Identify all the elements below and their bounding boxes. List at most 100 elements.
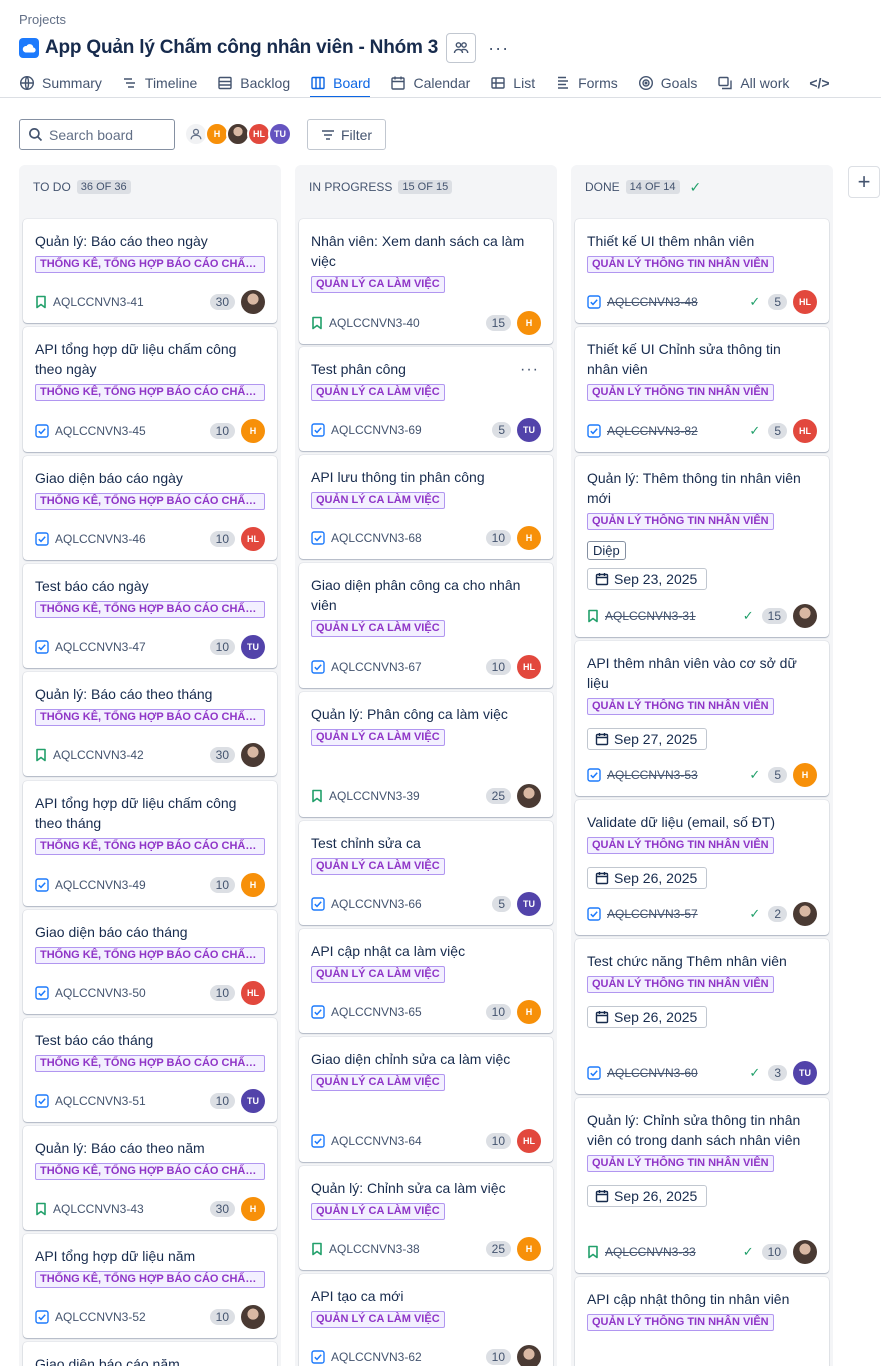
assignee-avatar[interactable] bbox=[793, 604, 817, 628]
assignee-avatar[interactable]: H bbox=[241, 873, 265, 897]
issue-key[interactable]: AQLCCNVN3-49 bbox=[55, 878, 210, 892]
assignee-avatar[interactable]: TU bbox=[517, 892, 541, 916]
issue-key[interactable]: AQLCCNVN3-41 bbox=[53, 295, 210, 309]
issue-card[interactable]: API tổng hợp dữ liệu năm THỐNG KÊ, TỔNG H… bbox=[23, 1234, 277, 1338]
issue-key[interactable]: AQLCCNVN3-69 bbox=[331, 423, 492, 437]
tab-board[interactable]: Board bbox=[310, 70, 371, 98]
issue-card[interactable]: Quản lý: Báo cáo theo năm THỐNG KÊ, TỔNG … bbox=[23, 1126, 277, 1230]
assignee-avatar[interactable]: H bbox=[517, 1237, 541, 1261]
issue-key[interactable]: AQLCCNVN3-46 bbox=[55, 532, 210, 546]
filter-button[interactable]: Filter bbox=[307, 119, 386, 150]
assignee-avatar[interactable]: H bbox=[517, 1000, 541, 1024]
assignee-avatar[interactable]: H bbox=[793, 763, 817, 787]
tab-backlog[interactable]: Backlog bbox=[217, 70, 290, 96]
tab-summary[interactable]: Summary bbox=[19, 70, 102, 96]
assignee-avatar[interactable] bbox=[241, 290, 265, 314]
issue-key[interactable]: AQLCCNVN3-65 bbox=[331, 1005, 486, 1019]
assignee-avatar[interactable]: HL bbox=[517, 1129, 541, 1153]
assignee-avatar[interactable]: H bbox=[517, 311, 541, 335]
code-icon[interactable]: </> bbox=[809, 70, 829, 96]
issue-card[interactable]: Thiết kế UI Chỉnh sửa thông tin nhân viê… bbox=[575, 327, 829, 452]
issue-key[interactable]: AQLCCNVN3-45 bbox=[55, 424, 210, 438]
issue-key[interactable]: AQLCCNVN3-39 bbox=[329, 789, 486, 803]
assignee-avatar[interactable] bbox=[793, 902, 817, 926]
issue-key[interactable]: AQLCCNVN3-43 bbox=[53, 1202, 210, 1216]
tab-all-work[interactable]: All work bbox=[717, 70, 789, 96]
issue-card[interactable]: Validate dữ liệu (email, số ĐT) QUẢN LÝ T… bbox=[575, 800, 829, 935]
issue-card[interactable]: Giao diện báo cáo năm bbox=[23, 1342, 277, 1366]
issue-card[interactable]: Test báo cáo tháng THỐNG KÊ, TỔNG HỢP BÁO… bbox=[23, 1018, 277, 1122]
issue-key[interactable]: AQLCCNVN3-53 bbox=[607, 768, 749, 782]
issue-card[interactable]: API tổng hợp dữ liệu chấm công theo thán… bbox=[23, 781, 277, 906]
assignee-avatar[interactable]: HL bbox=[241, 527, 265, 551]
assignee-avatar[interactable] bbox=[517, 784, 541, 808]
team-button[interactable] bbox=[446, 33, 477, 63]
assignee-avatar[interactable]: H bbox=[241, 419, 265, 443]
issue-card[interactable]: Test chức năng Thêm nhân viên QUẢN LÝ THÔ… bbox=[575, 939, 829, 1094]
issue-card[interactable]: Giao diện chỉnh sửa ca làm việc QUẢN LÝ C… bbox=[299, 1037, 553, 1162]
issue-card[interactable]: Thiết kế UI thêm nhân viên QUẢN LÝ THÔNG … bbox=[575, 219, 829, 323]
assignee-avatar[interactable]: TU bbox=[241, 1089, 265, 1113]
issue-card[interactable]: API tổng hợp dữ liệu chấm công theo ngày… bbox=[23, 327, 277, 452]
issue-card[interactable]: API thêm nhân viên vào cơ sở dữ liệu QUẢN… bbox=[575, 641, 829, 796]
issue-key[interactable]: AQLCCNVN3-66 bbox=[331, 897, 492, 911]
assignee-avatar[interactable]: TU bbox=[517, 418, 541, 442]
card-more-button[interactable]: ··· bbox=[520, 361, 539, 379]
issue-key[interactable]: AQLCCNVN3-57 bbox=[607, 907, 749, 921]
tab-calendar[interactable]: Calendar bbox=[390, 70, 470, 96]
search-input[interactable] bbox=[49, 126, 169, 143]
assignee-avatar[interactable]: HL bbox=[241, 981, 265, 1005]
issue-card[interactable]: Test báo cáo ngày THỐNG KÊ, TỔNG HỢP BÁO … bbox=[23, 564, 277, 668]
issue-card[interactable]: Quản lý: Báo cáo theo tháng THỐNG KÊ, TỔN… bbox=[23, 672, 277, 776]
issue-key[interactable]: AQLCCNVN3-51 bbox=[55, 1094, 210, 1108]
issue-card[interactable]: Quản lý: Phân công ca làm việc QUẢN LÝ CA… bbox=[299, 692, 553, 817]
assignee-avatar[interactable] bbox=[241, 1305, 265, 1329]
issue-card[interactable]: Giao diện báo cáo tháng THỐNG KÊ, TỔNG HỢ… bbox=[23, 910, 277, 1014]
issue-key[interactable]: AQLCCNVN3-52 bbox=[55, 1310, 210, 1324]
issue-card[interactable]: Test phân công ··· QUẢN LÝ CA LÀM VIỆC AQLC… bbox=[299, 347, 553, 451]
issue-key[interactable]: AQLCCNVN3-60 bbox=[607, 1066, 749, 1080]
issue-key[interactable]: AQLCCNVN3-50 bbox=[55, 986, 210, 1000]
issue-key[interactable]: AQLCCNVN3-31 bbox=[605, 609, 743, 623]
assignee-avatar[interactable]: HL bbox=[517, 655, 541, 679]
issue-key[interactable]: AQLCCNVN3-38 bbox=[329, 1242, 486, 1256]
issue-card[interactable]: API lưu thông tin phân công QUẢN LÝ CA LÀ… bbox=[299, 455, 553, 559]
assignee-avatar[interactable]: TU bbox=[241, 635, 265, 659]
assignee-avatar[interactable]: TU bbox=[793, 1061, 817, 1085]
add-column-button[interactable]: + bbox=[848, 166, 880, 198]
issue-card[interactable]: Nhân viên: Xem danh sách ca làm việc QUẢN… bbox=[299, 219, 553, 344]
tab-timeline[interactable]: Timeline bbox=[122, 70, 197, 96]
issue-card[interactable]: Quản lý: Báo cáo theo ngày THỐNG KÊ, TỔNG… bbox=[23, 219, 277, 323]
issue-card[interactable]: Test chỉnh sửa ca QUẢN LÝ CA LÀM VIỆC AQLC… bbox=[299, 821, 553, 925]
assignee-avatar[interactable]: HL bbox=[793, 419, 817, 443]
issue-key[interactable]: AQLCCNVN3-68 bbox=[331, 531, 486, 545]
avatar-filter-TU[interactable]: TU bbox=[268, 122, 292, 146]
tab-goals[interactable]: Goals bbox=[638, 70, 697, 96]
assignee-avatar[interactable] bbox=[517, 1345, 541, 1366]
issue-key[interactable]: AQLCCNVN3-33 bbox=[605, 1245, 743, 1259]
search-board-field[interactable] bbox=[19, 119, 175, 150]
assignee-avatar[interactable]: HL bbox=[793, 290, 817, 314]
assignee-avatar[interactable] bbox=[241, 743, 265, 767]
assignee-avatar[interactable] bbox=[793, 1240, 817, 1264]
issue-card[interactable]: API tạo ca mới QUẢN LÝ CA LÀM VIỆC AQLCCNV… bbox=[299, 1274, 553, 1366]
issue-key[interactable]: AQLCCNVN3-82 bbox=[607, 424, 749, 438]
issue-key[interactable]: AQLCCNVN3-42 bbox=[53, 748, 210, 762]
issue-card[interactable]: API cập nhật ca làm việc QUẢN LÝ CA LÀM V… bbox=[299, 929, 553, 1033]
tab-forms[interactable]: Forms bbox=[555, 70, 618, 96]
issue-card[interactable]: Quản lý: Chỉnh sửa ca làm việc QUẢN LÝ CA… bbox=[299, 1166, 553, 1270]
issue-key[interactable]: AQLCCNVN3-64 bbox=[331, 1134, 486, 1148]
more-actions-button[interactable]: ··· bbox=[488, 38, 509, 59]
tab-list[interactable]: List bbox=[490, 70, 535, 96]
issue-card[interactable]: Quản lý: Chỉnh sửa thông tin nhân viên c… bbox=[575, 1098, 829, 1273]
issue-card[interactable]: Giao diện báo cáo ngày THỐNG KÊ, TỔNG HỢP… bbox=[23, 456, 277, 560]
assignee-avatar[interactable]: H bbox=[241, 1197, 265, 1221]
issue-key[interactable]: AQLCCNVN3-67 bbox=[331, 660, 486, 674]
issue-key[interactable]: AQLCCNVN3-48 bbox=[607, 295, 749, 309]
issue-key[interactable]: AQLCCNVN3-40 bbox=[329, 316, 486, 330]
issue-key[interactable]: AQLCCNVN3-62 bbox=[331, 1350, 486, 1364]
breadcrumb-projects[interactable]: Projects bbox=[19, 12, 66, 27]
issue-card[interactable]: Quản lý: Thêm thông tin nhân viên mới QUẢ… bbox=[575, 456, 829, 637]
assignee-avatar[interactable]: H bbox=[517, 526, 541, 550]
issue-key[interactable]: AQLCCNVN3-47 bbox=[55, 640, 210, 654]
